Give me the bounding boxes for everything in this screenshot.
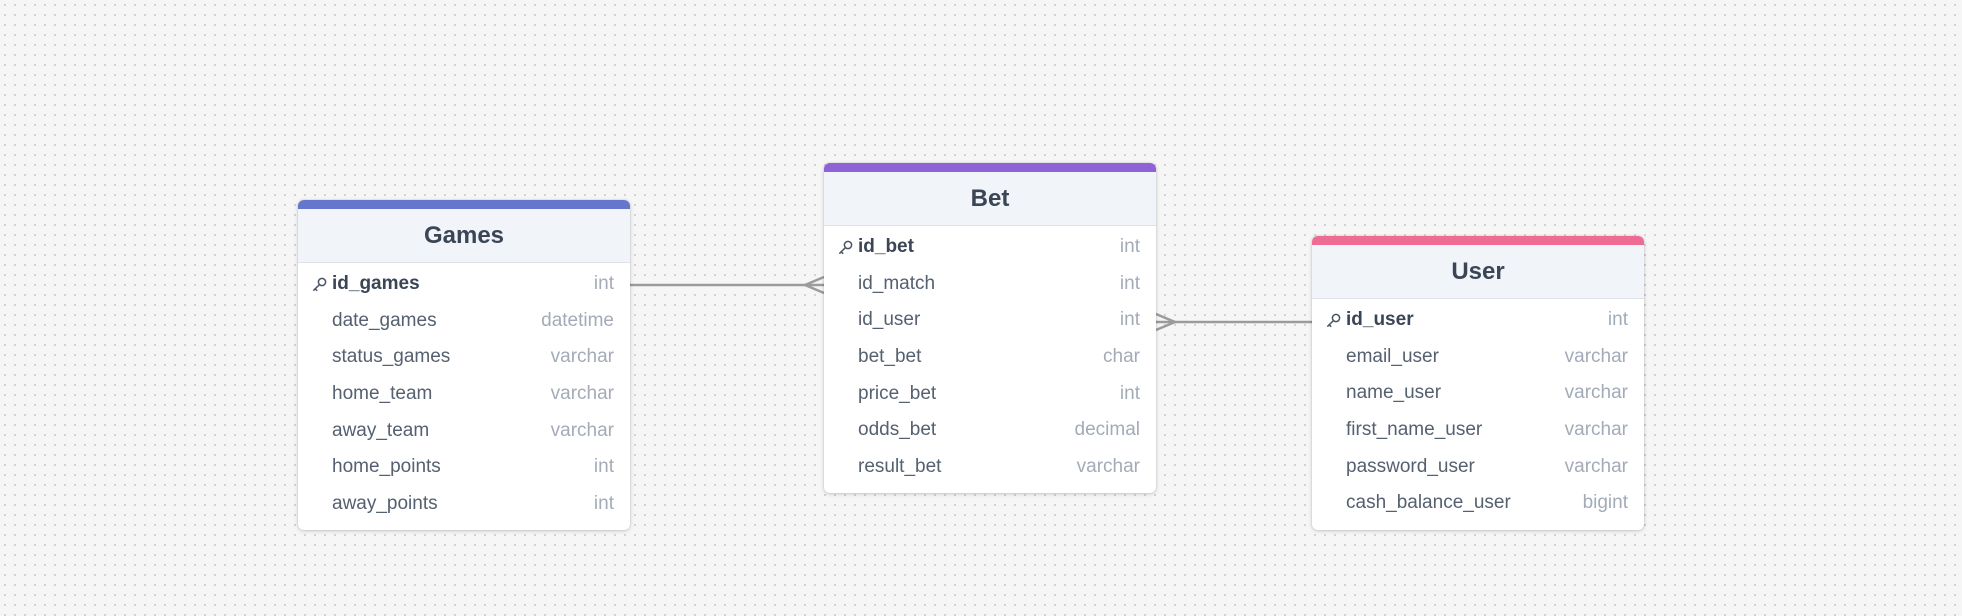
column-type: varchar bbox=[1564, 345, 1628, 367]
column-type: int bbox=[593, 492, 614, 514]
column-row[interactable]: id_games int bbox=[298, 266, 630, 303]
column-type: datetime bbox=[541, 309, 614, 331]
column-row[interactable]: status_games varchar bbox=[298, 339, 630, 376]
table-header[interactable]: User bbox=[1312, 245, 1644, 299]
column-name: id_user bbox=[858, 309, 921, 331]
column-row[interactable]: name_user varchar bbox=[1312, 375, 1644, 412]
column-row[interactable]: cash_balance_user bigint bbox=[1312, 485, 1644, 522]
table-title: Games bbox=[423, 221, 505, 249]
column-name: name_user bbox=[1346, 382, 1442, 404]
column-row[interactable]: id_match int bbox=[824, 266, 1156, 303]
column-row[interactable]: email_user varchar bbox=[1312, 339, 1644, 376]
column-name: home_points bbox=[332, 456, 441, 478]
table-columns: id_games int date_games datetime status_… bbox=[298, 263, 630, 530]
column-type: varchar bbox=[1564, 455, 1628, 477]
table-bet[interactable]: Bet id_bet int id_match int id_user int … bbox=[824, 163, 1156, 494]
column-type: int bbox=[1119, 382, 1140, 404]
column-type: varchar bbox=[1076, 455, 1140, 477]
column-type: bigint bbox=[1582, 492, 1628, 514]
table-accent-stripe bbox=[298, 200, 630, 209]
column-row[interactable]: price_bet int bbox=[824, 375, 1156, 412]
column-name: id_match bbox=[858, 272, 936, 294]
column-type: decimal bbox=[1074, 419, 1140, 441]
table-accent-stripe bbox=[1312, 236, 1644, 245]
column-row[interactable]: date_games datetime bbox=[298, 303, 630, 340]
column-type: char bbox=[1103, 346, 1140, 368]
column-row[interactable]: bet_bet char bbox=[824, 339, 1156, 376]
table-columns: id_user int email_user varchar name_user… bbox=[1312, 299, 1644, 530]
column-type: varchar bbox=[1564, 382, 1628, 404]
table-header[interactable]: Games bbox=[298, 209, 630, 263]
column-name: home_team bbox=[332, 383, 433, 405]
column-type: varchar bbox=[1564, 419, 1628, 441]
table-columns: id_bet int id_match int id_user int bet_… bbox=[824, 226, 1156, 493]
column-name: status_games bbox=[332, 346, 451, 368]
column-name: result_bet bbox=[858, 455, 942, 477]
table-user[interactable]: User id_user int email_user varchar name… bbox=[1312, 236, 1644, 530]
table-header[interactable]: Bet bbox=[824, 172, 1156, 226]
column-name: first_name_user bbox=[1346, 419, 1483, 441]
column-type: int bbox=[1119, 272, 1140, 294]
column-row[interactable]: home_team varchar bbox=[298, 376, 630, 413]
column-type: int bbox=[593, 456, 614, 478]
relationship-user-bet[interactable] bbox=[1155, 312, 1312, 332]
diagram-canvas[interactable]: Games id_games int date_games datetime s… bbox=[0, 0, 1962, 616]
column-type: int bbox=[593, 273, 614, 295]
column-name: id_games bbox=[332, 273, 420, 295]
column-row[interactable]: home_points int bbox=[298, 449, 630, 486]
column-row[interactable]: id_user int bbox=[1312, 302, 1644, 339]
column-name: date_games bbox=[332, 309, 437, 331]
column-name: away_points bbox=[332, 492, 438, 514]
column-type: varchar bbox=[550, 383, 614, 405]
column-row[interactable]: odds_bet decimal bbox=[824, 412, 1156, 449]
column-name: away_team bbox=[332, 419, 430, 441]
key-icon bbox=[1326, 313, 1341, 328]
column-type: int bbox=[1607, 309, 1628, 331]
column-row[interactable]: password_user varchar bbox=[1312, 448, 1644, 485]
column-name: price_bet bbox=[858, 382, 937, 404]
column-name: cash_balance_user bbox=[1346, 492, 1511, 514]
table-title: Bet bbox=[970, 184, 1010, 212]
table-games[interactable]: Games id_games int date_games datetime s… bbox=[298, 200, 630, 531]
column-row[interactable]: id_bet int bbox=[824, 229, 1156, 266]
column-type: varchar bbox=[550, 419, 614, 441]
table-title: User bbox=[1451, 257, 1505, 285]
key-icon bbox=[312, 277, 327, 292]
column-name: email_user bbox=[1346, 345, 1439, 367]
column-type: int bbox=[1119, 309, 1140, 331]
column-name: odds_bet bbox=[858, 419, 937, 441]
column-row[interactable]: away_team varchar bbox=[298, 412, 630, 449]
column-name: id_bet bbox=[858, 236, 914, 258]
column-row[interactable]: result_bet varchar bbox=[824, 449, 1156, 486]
column-row[interactable]: away_points int bbox=[298, 486, 630, 523]
column-name: password_user bbox=[1346, 455, 1475, 477]
column-row[interactable]: id_user int bbox=[824, 302, 1156, 339]
column-row[interactable]: first_name_user varchar bbox=[1312, 412, 1644, 449]
relationship-games-bet[interactable] bbox=[630, 275, 825, 295]
table-accent-stripe bbox=[824, 163, 1156, 172]
column-type: varchar bbox=[550, 346, 614, 368]
column-name: bet_bet bbox=[858, 346, 922, 368]
key-icon bbox=[838, 240, 853, 255]
column-name: id_user bbox=[1346, 309, 1414, 331]
column-type: int bbox=[1119, 236, 1140, 258]
